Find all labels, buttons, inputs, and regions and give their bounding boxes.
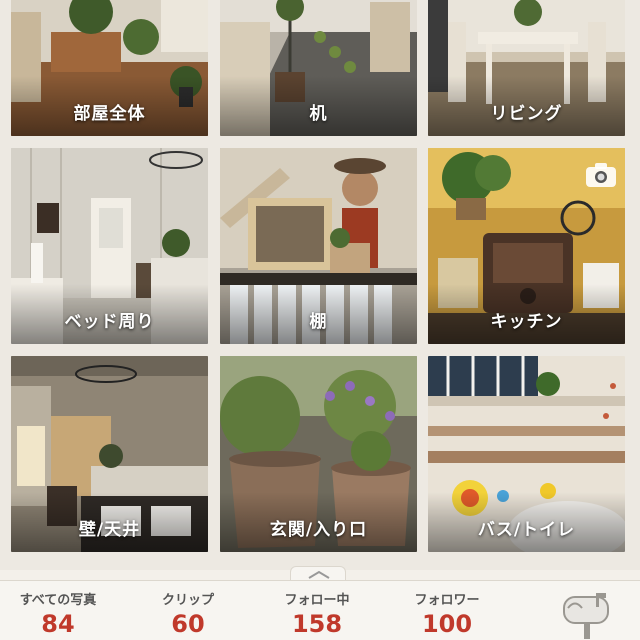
- tile-living[interactable]: リビング: [428, 0, 625, 136]
- tile-entrance[interactable]: 玄関/入り口: [220, 356, 417, 552]
- tile-label: 部屋全体: [73, 104, 146, 124]
- tile-label: 壁/天井: [78, 520, 141, 540]
- stat-label: フォロワー: [414, 593, 480, 608]
- tile-label: リビング: [490, 104, 563, 124]
- profile-stats-bar: すべての写真 84 クリップ 60 フォロー中 158 フォロワー 100: [0, 580, 640, 640]
- stat-label: フォロー中: [284, 593, 350, 608]
- tile-kitchen[interactable]: キッチン: [428, 148, 625, 344]
- mailbox-icon[interactable]: [560, 591, 614, 639]
- tile-label: キッチン: [490, 312, 563, 332]
- tile-label: 机: [309, 104, 328, 124]
- tile-label: ベッド周り: [64, 312, 155, 332]
- tile-room-overall[interactable]: 部屋全体: [11, 0, 208, 136]
- chevron-up-icon: [308, 570, 330, 579]
- stat-following[interactable]: フォロー中 158: [262, 581, 372, 638]
- stat-clips[interactable]: クリップ 60: [138, 581, 238, 638]
- stat-all-photos[interactable]: すべての写真 84: [6, 581, 110, 638]
- stat-value: 100: [421, 610, 473, 638]
- tile-label: 棚: [309, 312, 328, 332]
- stat-label: クリップ: [161, 593, 214, 608]
- stat-value: 84: [41, 610, 75, 638]
- tile-label: バス/トイレ: [477, 520, 576, 540]
- category-grid: 部屋全体 机 リビング ベッド周り 棚 キッチン 壁/天井 玄関/入り口 バス/…: [0, 0, 640, 570]
- stat-value: 60: [171, 610, 205, 638]
- tile-label: 玄関/入り口: [269, 520, 368, 540]
- stat-followers[interactable]: フォロワー 100: [392, 581, 502, 638]
- tile-wall-ceiling[interactable]: 壁/天井: [11, 356, 208, 552]
- tile-bedside[interactable]: ベッド周り: [11, 148, 208, 344]
- camera-icon[interactable]: [585, 162, 617, 188]
- stat-label: すべての写真: [19, 593, 97, 608]
- stat-value: 158: [291, 610, 343, 638]
- tile-bath-toilet[interactable]: バス/トイレ: [428, 356, 625, 552]
- tile-shelf[interactable]: 棚: [220, 148, 417, 344]
- tile-desk[interactable]: 机: [220, 0, 417, 136]
